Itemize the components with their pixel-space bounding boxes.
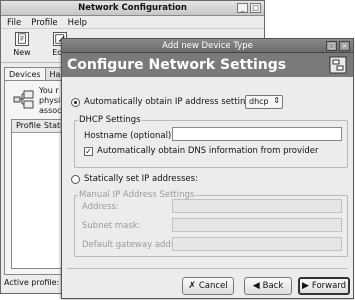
protocol-select[interactable]: dhcp ⇕ (245, 95, 283, 109)
dialog-maximize-icon[interactable]: □ (326, 41, 337, 51)
network-devices-icon (13, 90, 34, 109)
column-profile[interactable]: Profile (16, 121, 41, 131)
protocol-select-value: dhcp (249, 97, 269, 106)
back-window-titlebar[interactable]: Network Configuration _ □ (1, 1, 264, 16)
cancel-button[interactable]: ✗ Cancel (182, 277, 234, 295)
cancel-icon: ✗ (188, 281, 196, 291)
back-label: Back (262, 281, 284, 291)
menu-help[interactable]: Help (68, 18, 87, 28)
forward-arrow-icon: ▶ (301, 281, 309, 291)
new-icon (15, 32, 29, 46)
static-ip-label[interactable]: Statically set IP addresses: (84, 174, 198, 184)
address-field[interactable] (172, 199, 342, 213)
dialog-close-icon[interactable]: × (339, 41, 350, 51)
dialog-banner: Configure Network Settings (62, 53, 353, 77)
network-device-icon (329, 56, 347, 74)
info-line-2: physi (39, 96, 61, 105)
dns-checkbox[interactable]: ✓ (84, 147, 93, 156)
dialog-heading: Configure Network Settings (67, 57, 287, 73)
cancel-label: Cancel (198, 281, 228, 291)
info-line-1: You r (39, 86, 59, 95)
add-device-dialog: Add new Device Type □ × Configure Networ… (61, 38, 354, 299)
dialog-titlebar[interactable]: Add new Device Type □ × (62, 39, 353, 53)
hostname-field[interactable] (172, 127, 342, 141)
combo-arrow-icon: ⇕ (273, 96, 280, 105)
subnet-mask-label: Subnet mask: (82, 221, 141, 231)
auto-ip-radio[interactable] (71, 98, 80, 107)
button-divider (67, 268, 348, 269)
back-window-title: Network Configuration (78, 3, 187, 13)
back-arrow-icon: ◀ (252, 281, 260, 291)
hostname-label: Hostname (optional): (84, 131, 175, 141)
info-line-3: assoc (39, 106, 62, 115)
back-button[interactable]: ◀ Back (244, 277, 292, 295)
new-button[interactable]: New (7, 32, 37, 59)
menu-profile[interactable]: Profile (31, 18, 57, 28)
static-ip-radio[interactable] (71, 175, 80, 184)
new-button-label: New (13, 48, 31, 57)
menu-file[interactable]: File (7, 18, 21, 28)
dns-checkbox-label[interactable]: Automatically obtain DNS information fro… (97, 146, 319, 156)
gateway-field[interactable] (172, 237, 342, 251)
forward-button[interactable]: ▶ Forward (298, 277, 350, 295)
dialog-window-title: Add new Device Type (162, 41, 253, 51)
maximize-icon[interactable]: □ (250, 3, 261, 13)
tab-devices[interactable]: Devices (4, 67, 46, 81)
devices-info-text: You r physi assoc (39, 86, 62, 116)
forward-label: Forward (311, 281, 347, 291)
menubar: File Profile Help (1, 16, 264, 29)
minimize-icon[interactable]: _ (237, 3, 248, 13)
subnet-mask-field[interactable] (172, 218, 342, 232)
address-label: Address: (82, 202, 119, 212)
dhcp-group-title: DHCP Settings (78, 115, 142, 125)
